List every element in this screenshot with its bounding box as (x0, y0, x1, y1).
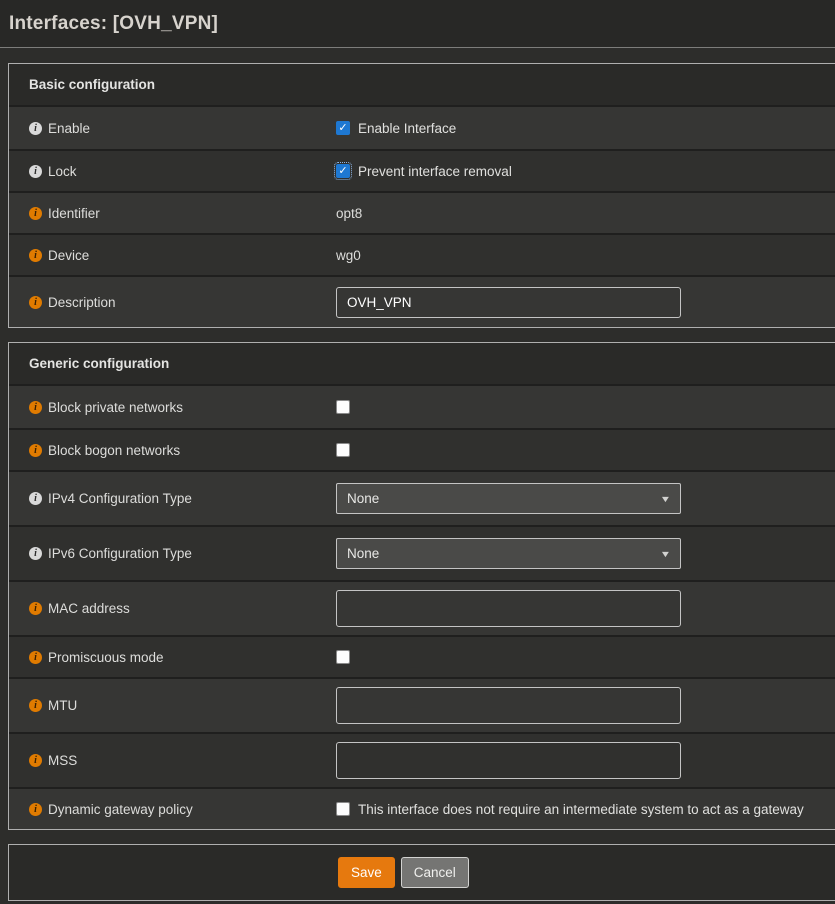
info-icon[interactable] (29, 444, 42, 457)
info-icon[interactable] (29, 803, 42, 816)
field-label: IPv4 Configuration Type (48, 491, 192, 506)
save-button[interactable]: Save (338, 857, 395, 888)
info-icon[interactable] (29, 547, 42, 560)
mtu-input[interactable] (336, 687, 681, 724)
info-icon[interactable] (29, 249, 42, 262)
row-mss: MSS (9, 732, 835, 787)
checkbox-label: This interface does not require an inter… (358, 802, 804, 817)
field-label: Block private networks (48, 400, 183, 415)
row-block-bogon: Block bogon networks (9, 428, 835, 470)
section-header-basic: Basic configuration (9, 64, 835, 107)
enable-checkbox[interactable] (336, 121, 350, 135)
info-icon[interactable] (29, 122, 42, 135)
info-icon[interactable] (29, 699, 42, 712)
info-icon[interactable] (29, 165, 42, 178)
field-label: Device (48, 248, 89, 263)
field-label: MSS (48, 753, 77, 768)
section-title: Generic configuration (29, 356, 169, 371)
info-icon[interactable] (29, 207, 42, 220)
section-title: Basic configuration (29, 77, 155, 92)
cancel-button[interactable]: Cancel (401, 857, 469, 888)
info-icon[interactable] (29, 296, 42, 309)
ipv6-type-select[interactable]: None (336, 538, 681, 569)
row-mtu: MTU (9, 677, 835, 732)
checkbox-label: Enable Interface (358, 121, 456, 136)
row-device: Device wg0 (9, 233, 835, 275)
section-header-generic: Generic configuration (9, 343, 835, 386)
block-private-checkbox[interactable] (336, 400, 350, 414)
dynamic-gateway-checkbox[interactable] (336, 802, 350, 816)
checkbox-label: Prevent interface removal (358, 164, 512, 179)
field-label: IPv6 Configuration Type (48, 546, 192, 561)
row-lock: Lock Prevent interface removal (9, 149, 835, 191)
row-promiscuous: Promiscuous mode (9, 635, 835, 677)
row-description: Description (9, 275, 835, 327)
field-label: MAC address (48, 601, 130, 616)
row-mac-address: MAC address (9, 580, 835, 635)
info-icon[interactable] (29, 651, 42, 664)
field-label: Promiscuous mode (48, 650, 164, 665)
basic-configuration-panel: Basic configuration Enable Enable Interf… (8, 63, 835, 328)
row-dynamic-gateway: Dynamic gateway policy This interface do… (9, 787, 835, 829)
field-label: MTU (48, 698, 77, 713)
field-label: Identifier (48, 206, 100, 221)
lock-checkbox[interactable] (336, 164, 350, 178)
page-header: Interfaces: [OVH_VPN] (0, 0, 835, 48)
field-label: Enable (48, 121, 90, 136)
chevron-down-icon (660, 494, 672, 504)
info-icon[interactable] (29, 602, 42, 615)
field-label: Dynamic gateway policy (48, 802, 193, 817)
identifier-value: opt8 (336, 206, 362, 221)
info-icon[interactable] (29, 754, 42, 767)
info-icon[interactable] (29, 492, 42, 505)
row-ipv4-type: IPv4 Configuration Type None (9, 470, 835, 525)
select-value: None (347, 546, 379, 561)
row-block-private: Block private networks (9, 386, 835, 428)
row-identifier: Identifier opt8 (9, 191, 835, 233)
form-actions-panel: Save Cancel (8, 844, 835, 901)
ipv4-type-select[interactable]: None (336, 483, 681, 514)
field-label: Description (48, 295, 116, 310)
device-value: wg0 (336, 248, 361, 263)
page-title: Interfaces: [OVH_VPN] (9, 13, 218, 35)
field-label: Block bogon networks (48, 443, 180, 458)
mss-input[interactable] (336, 742, 681, 779)
row-ipv6-type: IPv6 Configuration Type None (9, 525, 835, 580)
mac-address-input[interactable] (336, 590, 681, 627)
block-bogon-checkbox[interactable] (336, 443, 350, 457)
description-input[interactable] (336, 287, 681, 318)
generic-configuration-panel: Generic configuration Block private netw… (8, 342, 835, 830)
promiscuous-checkbox[interactable] (336, 650, 350, 664)
info-icon[interactable] (29, 401, 42, 414)
field-label: Lock (48, 164, 77, 179)
row-enable: Enable Enable Interface (9, 107, 835, 149)
chevron-down-icon (660, 549, 672, 559)
select-value: None (347, 491, 379, 506)
